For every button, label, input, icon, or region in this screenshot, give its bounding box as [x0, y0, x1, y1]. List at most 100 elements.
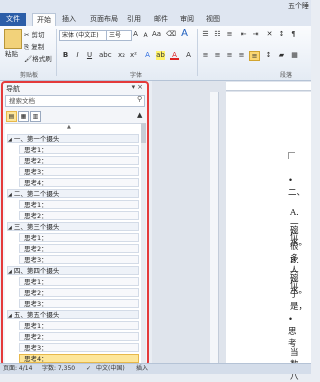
- nav-subheading-item[interactable]: 思考2：: [19, 331, 139, 341]
- scrollbar[interactable]: [141, 123, 146, 364]
- tab-view[interactable]: 视图: [204, 13, 222, 26]
- nav-item-label: 思考1：: [24, 234, 48, 242]
- change-case-icon[interactable]: Aa: [152, 30, 161, 39]
- decrease-indent-icon[interactable]: ⇤: [239, 30, 248, 39]
- font-color-button[interactable]: A: [170, 51, 179, 60]
- nav-item-label: 思考1：: [24, 277, 48, 286]
- cut-button[interactable]: ✂ 剪切: [24, 29, 45, 39]
- nav-item-label: 思考2：: [24, 211, 48, 220]
- align-right-icon[interactable]: ≡: [225, 51, 234, 60]
- bullets-icon[interactable]: ☰: [201, 30, 210, 39]
- nav-item-label: 思考2：: [24, 332, 48, 341]
- nav-pane-title: 导航: [6, 85, 20, 93]
- nav-item-label: 四、第四个摄头: [13, 266, 60, 275]
- text-effect-icon[interactable]: A: [143, 51, 152, 60]
- nav-subheading-item[interactable]: 思考4：: [19, 353, 139, 363]
- nav-item-label: 一、第一个摄头: [13, 135, 60, 143]
- nav-heading-item[interactable]: ◢ 三、第三个摄头: [7, 221, 139, 231]
- underline-button[interactable]: U: [85, 51, 94, 60]
- shrink-font-button[interactable]: A: [141, 31, 150, 40]
- nav-item-label: 思考2：: [24, 157, 48, 166]
- nav-subheading-item[interactable]: 思考3：: [19, 167, 139, 176]
- tab-mailings[interactable]: 邮件: [152, 13, 170, 26]
- format-painter-button[interactable]: 🖌格式刷: [24, 53, 52, 63]
- tab-page-layout[interactable]: 页面布局: [88, 13, 120, 26]
- nav-subheading-item[interactable]: 思考3：: [19, 254, 139, 264]
- document-line[interactable]: 于是，: [290, 288, 307, 312]
- collapse-triangle-icon[interactable]: ◢: [8, 269, 12, 275]
- horizontal-ruler[interactable]: [226, 82, 311, 91]
- nav-heading-item[interactable]: ◢ 一、第一个摄头: [7, 134, 139, 143]
- paste-button[interactable]: 粘贴: [5, 48, 18, 58]
- nav-heading-item[interactable]: ◢ 五、第五个摄头: [7, 309, 139, 319]
- document-line[interactable]: • 思考: [288, 315, 297, 349]
- multilevel-list-icon[interactable]: ≡: [225, 30, 234, 39]
- subscript-icon[interactable]: x₂: [117, 51, 126, 60]
- nav-heading-item[interactable]: ◢ 四、第四个摄头: [7, 265, 139, 275]
- nav-subheading-item[interactable]: 思考2：: [19, 287, 139, 297]
- justify-icon[interactable]: ≡: [237, 51, 246, 60]
- nav-heading-item[interactable]: ◢ 二、第二个摄头: [7, 188, 139, 198]
- tab-review[interactable]: 审阅: [178, 13, 196, 26]
- nav-subheading-item[interactable]: 思考3：: [19, 342, 139, 352]
- tab-file[interactable]: 文件: [0, 13, 26, 26]
- grow-font-button[interactable]: A: [131, 30, 140, 39]
- tab-references[interactable]: 引用: [125, 13, 143, 26]
- nav-subheading-item[interactable]: 思考1：: [19, 200, 139, 209]
- browse-pages-icon[interactable]: ▦: [18, 111, 29, 122]
- tab-home[interactable]: 开始: [32, 13, 56, 27]
- nav-subheading-item[interactable]: 思考4：: [19, 177, 139, 187]
- paste-icon[interactable]: [4, 29, 22, 49]
- nav-subheading-item[interactable]: 思考1：: [19, 145, 139, 155]
- line-spacing-icon[interactable]: ↕: [264, 51, 273, 60]
- nav-item-label: 二、第二个摄头: [13, 189, 60, 198]
- nav-subheading-item[interactable]: 思考1：: [19, 320, 139, 330]
- shading-icon[interactable]: ▰: [277, 51, 286, 60]
- nav-subheading-item[interactable]: 思考1：: [19, 276, 139, 286]
- align-left-icon[interactable]: ≡: [201, 51, 210, 60]
- scrollbar-thumb[interactable]: [141, 123, 146, 143]
- highlight-icon[interactable]: ab: [156, 51, 165, 60]
- collapse-triangle-icon[interactable]: ◢: [8, 192, 12, 198]
- nav-item-label: 思考1：: [24, 146, 48, 155]
- font-size-box[interactable]: 三号: [106, 30, 132, 41]
- nav-subheading-item[interactable]: 思考2：: [19, 210, 139, 220]
- borders-icon[interactable]: ▦: [290, 51, 299, 60]
- close-icon[interactable]: ×: [137, 83, 145, 91]
- numbering-icon[interactable]: ☷: [213, 30, 222, 39]
- increase-indent-icon[interactable]: ⇥: [251, 30, 260, 39]
- show-marks-icon[interactable]: ¶: [289, 30, 298, 39]
- nav-subheading-item[interactable]: 思考3：: [19, 298, 139, 308]
- collapse-triangle-icon[interactable]: ◢: [8, 137, 12, 143]
- clear-format-icon[interactable]: ⌫: [166, 30, 176, 39]
- document-line[interactable]: • 二、: [288, 176, 305, 198]
- superscript-icon[interactable]: x²: [129, 51, 138, 60]
- align-center-icon[interactable]: ≡: [213, 51, 222, 60]
- font-name-box[interactable]: 宋体 (中文正): [59, 30, 107, 41]
- nav-subheading-item[interactable]: 思考2：: [19, 243, 139, 253]
- strikethrough-icon[interactable]: abc: [99, 51, 112, 60]
- nav-subheading-item[interactable]: 思考2：: [19, 156, 139, 166]
- browse-results-icon[interactable]: ▥: [30, 111, 41, 122]
- search-icon[interactable]: ⚲: [137, 95, 142, 103]
- bold-button[interactable]: B: [61, 51, 70, 60]
- copy-button[interactable]: ⎘ 复制: [24, 41, 44, 52]
- search-input[interactable]: 搜索文档: [5, 95, 145, 107]
- distributed-align-icon[interactable]: ≡: [249, 51, 260, 61]
- font-group-label: 字体: [130, 72, 143, 79]
- chinese-layout-icon[interactable]: ✕: [265, 30, 274, 39]
- tab-insert[interactable]: 插入: [60, 13, 78, 26]
- collapse-triangle-icon[interactable]: ◢: [8, 225, 12, 231]
- collapse-up-icon[interactable]: ▲: [137, 111, 142, 119]
- phonetic-icon[interactable]: A: [180, 29, 189, 39]
- char-border-icon[interactable]: A: [184, 51, 193, 60]
- nav-subheading-item[interactable]: 思考1：: [19, 233, 139, 242]
- nav-item-label: 思考3：: [24, 299, 48, 308]
- ribbon: 粘贴 ✂ 剪切 ⎘ 复制 🖌格式刷 剪贴板 宋体 (中文正) 三号 A A Aa…: [0, 26, 311, 81]
- browse-headings-icon[interactable]: ▤: [6, 111, 17, 122]
- margin-mark: [288, 152, 295, 159]
- italic-button[interactable]: I: [73, 51, 82, 60]
- sort-icon[interactable]: ↕: [277, 30, 286, 39]
- collapse-triangle-icon[interactable]: ◢: [8, 313, 12, 319]
- vertical-ruler[interactable]: [210, 92, 219, 363]
